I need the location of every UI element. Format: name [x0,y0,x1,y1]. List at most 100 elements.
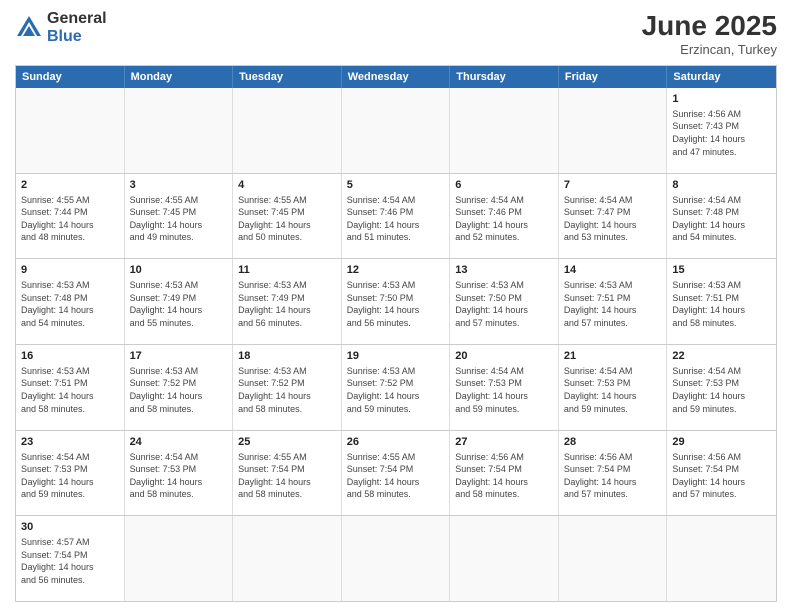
cell-day-11: 11 Sunrise: 4:53 AMSunset: 7:49 PMDaylig… [233,259,342,344]
cell-info: Sunrise: 4:53 AMSunset: 7:51 PMDaylight:… [564,279,662,329]
day-number: 22 [672,349,771,364]
cell-day-14: 14 Sunrise: 4:53 AMSunset: 7:51 PMDaylig… [559,259,668,344]
cell-info: Sunrise: 4:56 AMSunset: 7:54 PMDaylight:… [672,451,771,501]
cell-info: Sunrise: 4:57 AMSunset: 7:54 PMDaylight:… [21,536,119,586]
cell-day-29: 29 Sunrise: 4:56 AMSunset: 7:54 PMDaylig… [667,431,776,516]
cell-info: Sunrise: 4:56 AMSunset: 7:54 PMDaylight:… [564,451,662,501]
day-number: 1 [672,92,771,107]
day-number: 30 [21,520,119,535]
day-number: 26 [347,435,445,450]
calendar-body: 1 Sunrise: 4:56 AMSunset: 7:43 PMDayligh… [16,88,776,601]
cell-empty-1 [16,88,125,173]
day-number: 14 [564,263,662,278]
cell-info: Sunrise: 4:54 AMSunset: 7:53 PMDaylight:… [455,365,553,415]
day-number: 9 [21,263,119,278]
title-area: June 2025 Erzincan, Turkey [642,10,777,57]
cell-empty-10 [450,516,559,601]
cell-day-3: 3 Sunrise: 4:55 AMSunset: 7:45 PMDayligh… [125,174,234,259]
day-number: 10 [130,263,228,278]
header-sunday: Sunday [16,66,125,88]
cell-info: Sunrise: 4:53 AMSunset: 7:51 PMDaylight:… [672,279,771,329]
day-number: 8 [672,178,771,193]
day-number: 21 [564,349,662,364]
day-number: 7 [564,178,662,193]
logo: General Blue [15,10,107,45]
cell-info: Sunrise: 4:55 AMSunset: 7:44 PMDaylight:… [21,194,119,244]
cell-day-8: 8 Sunrise: 4:54 AMSunset: 7:48 PMDayligh… [667,174,776,259]
cell-empty-11 [559,516,668,601]
logo-icon [15,14,43,42]
cell-day-2: 2 Sunrise: 4:55 AMSunset: 7:44 PMDayligh… [16,174,125,259]
cell-info: Sunrise: 4:54 AMSunset: 7:53 PMDaylight:… [564,365,662,415]
cell-info: Sunrise: 4:55 AMSunset: 7:54 PMDaylight:… [238,451,336,501]
cell-day-19: 19 Sunrise: 4:53 AMSunset: 7:52 PMDaylig… [342,345,451,430]
day-number: 11 [238,263,336,278]
cell-info: Sunrise: 4:55 AMSunset: 7:45 PMDaylight:… [130,194,228,244]
cell-day-4: 4 Sunrise: 4:55 AMSunset: 7:45 PMDayligh… [233,174,342,259]
cell-day-1: 1 Sunrise: 4:56 AMSunset: 7:43 PMDayligh… [667,88,776,173]
subtitle: Erzincan, Turkey [642,42,777,57]
cell-day-6: 6 Sunrise: 4:54 AMSunset: 7:46 PMDayligh… [450,174,559,259]
logo-general: General [47,10,107,28]
cell-info: Sunrise: 4:53 AMSunset: 7:52 PMDaylight:… [347,365,445,415]
cell-day-7: 7 Sunrise: 4:54 AMSunset: 7:47 PMDayligh… [559,174,668,259]
week-4: 16 Sunrise: 4:53 AMSunset: 7:51 PMDaylig… [16,344,776,430]
day-number: 25 [238,435,336,450]
day-number: 3 [130,178,228,193]
cell-empty-2 [125,88,234,173]
header-tuesday: Tuesday [233,66,342,88]
cell-day-15: 15 Sunrise: 4:53 AMSunset: 7:51 PMDaylig… [667,259,776,344]
calendar-header: Sunday Monday Tuesday Wednesday Thursday… [16,66,776,88]
week-6: 30 Sunrise: 4:57 AMSunset: 7:54 PMDaylig… [16,515,776,601]
cell-day-30: 30 Sunrise: 4:57 AMSunset: 7:54 PMDaylig… [16,516,125,601]
cell-day-12: 12 Sunrise: 4:53 AMSunset: 7:50 PMDaylig… [342,259,451,344]
cell-info: Sunrise: 4:54 AMSunset: 7:53 PMDaylight:… [130,451,228,501]
cell-day-24: 24 Sunrise: 4:54 AMSunset: 7:53 PMDaylig… [125,431,234,516]
day-number: 15 [672,263,771,278]
day-number: 6 [455,178,553,193]
cell-info: Sunrise: 4:53 AMSunset: 7:51 PMDaylight:… [21,365,119,415]
week-2: 2 Sunrise: 4:55 AMSunset: 7:44 PMDayligh… [16,173,776,259]
cell-day-28: 28 Sunrise: 4:56 AMSunset: 7:54 PMDaylig… [559,431,668,516]
cell-info: Sunrise: 4:54 AMSunset: 7:46 PMDaylight:… [347,194,445,244]
cell-day-21: 21 Sunrise: 4:54 AMSunset: 7:53 PMDaylig… [559,345,668,430]
day-number: 4 [238,178,336,193]
cell-info: Sunrise: 4:56 AMSunset: 7:43 PMDaylight:… [672,108,771,158]
day-number: 29 [672,435,771,450]
cell-day-5: 5 Sunrise: 4:54 AMSunset: 7:46 PMDayligh… [342,174,451,259]
day-number: 23 [21,435,119,450]
cell-day-25: 25 Sunrise: 4:55 AMSunset: 7:54 PMDaylig… [233,431,342,516]
cell-day-20: 20 Sunrise: 4:54 AMSunset: 7:53 PMDaylig… [450,345,559,430]
cell-info: Sunrise: 4:53 AMSunset: 7:52 PMDaylight:… [130,365,228,415]
day-number: 28 [564,435,662,450]
day-number: 17 [130,349,228,364]
cell-day-9: 9 Sunrise: 4:53 AMSunset: 7:48 PMDayligh… [16,259,125,344]
header-thursday: Thursday [450,66,559,88]
day-number: 5 [347,178,445,193]
cell-empty-5 [450,88,559,173]
header-monday: Monday [125,66,234,88]
cell-day-16: 16 Sunrise: 4:53 AMSunset: 7:51 PMDaylig… [16,345,125,430]
day-number: 2 [21,178,119,193]
calendar: Sunday Monday Tuesday Wednesday Thursday… [15,65,777,602]
cell-empty-7 [125,516,234,601]
day-number: 27 [455,435,553,450]
cell-info: Sunrise: 4:54 AMSunset: 7:46 PMDaylight:… [455,194,553,244]
week-1: 1 Sunrise: 4:56 AMSunset: 7:43 PMDayligh… [16,88,776,173]
cell-day-18: 18 Sunrise: 4:53 AMSunset: 7:52 PMDaylig… [233,345,342,430]
cell-day-22: 22 Sunrise: 4:54 AMSunset: 7:53 PMDaylig… [667,345,776,430]
day-number: 16 [21,349,119,364]
cell-info: Sunrise: 4:53 AMSunset: 7:49 PMDaylight:… [238,279,336,329]
cell-empty-3 [233,88,342,173]
cell-empty-9 [342,516,451,601]
header-saturday: Saturday [667,66,776,88]
cell-empty-8 [233,516,342,601]
cell-info: Sunrise: 4:53 AMSunset: 7:52 PMDaylight:… [238,365,336,415]
cell-empty-12 [667,516,776,601]
day-number: 20 [455,349,553,364]
cell-day-27: 27 Sunrise: 4:56 AMSunset: 7:54 PMDaylig… [450,431,559,516]
cell-info: Sunrise: 4:53 AMSunset: 7:49 PMDaylight:… [130,279,228,329]
day-number: 19 [347,349,445,364]
cell-info: Sunrise: 4:54 AMSunset: 7:48 PMDaylight:… [672,194,771,244]
cell-info: Sunrise: 4:55 AMSunset: 7:54 PMDaylight:… [347,451,445,501]
